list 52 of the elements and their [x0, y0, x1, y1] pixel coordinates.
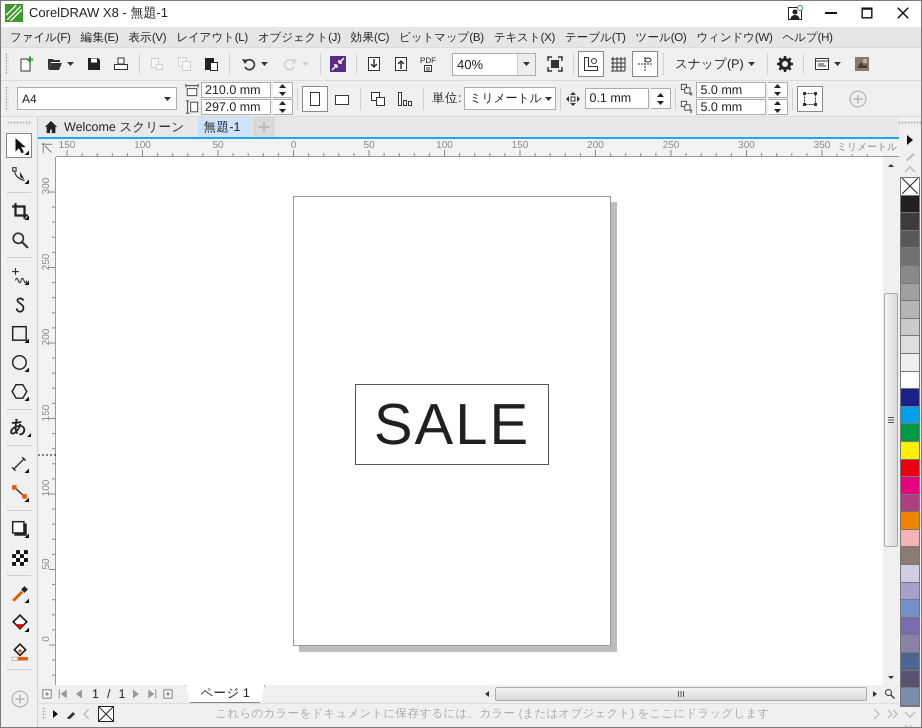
menu-item[interactable]: ウィンドウ(W)	[691, 28, 778, 46]
total-pages: 1	[118, 687, 126, 701]
ruler-label: 100	[133, 140, 152, 151]
window-title: CorelDRAW X8 - 無題-1	[29, 4, 168, 22]
width-field[interactable]: 210.0 mm	[201, 82, 271, 98]
ruler-label: 150	[41, 403, 53, 423]
text-object: SALE	[355, 384, 549, 465]
ruler-label: 200	[41, 328, 53, 348]
duplicate-x-field[interactable]: 5.0 mm	[696, 82, 766, 98]
menu-item[interactable]: テーブル(T)	[560, 28, 631, 46]
menu-item[interactable]: ファイル(F)	[5, 28, 76, 46]
menu-item[interactable]: ビットマップ(B)	[394, 28, 489, 46]
ruler-label: 200	[586, 140, 605, 151]
current-page-number: 1	[92, 687, 99, 701]
menu-item[interactable]: ツール(O)	[630, 28, 692, 46]
menu-item[interactable]: 表示(V)	[123, 28, 172, 46]
document-tab[interactable]: Welcome スクリーン	[39, 117, 198, 137]
status-hint: これらのカラーをドキュメントに保存するには、カラー (またはオブジェクト) をここにドラッグします	[214, 706, 771, 721]
menu-item[interactable]: 効果(C)	[346, 28, 394, 46]
text-tool[interactable]: あ	[6, 415, 32, 440]
units-label: 単位:	[432, 90, 462, 107]
zoom-dropdown[interactable]: 40%	[452, 52, 536, 76]
ruler-label: 100	[435, 140, 454, 151]
duplicate-y-field[interactable]: 5.0 mm	[696, 99, 766, 115]
menu-item[interactable]: テキスト(X)	[488, 28, 560, 46]
ruler-unit: ミリメートル	[837, 140, 897, 154]
pdf-button[interactable]: PDF	[415, 51, 441, 77]
ruler-label: 350	[812, 140, 832, 151]
ruler-label: 250	[662, 140, 680, 151]
menu-item[interactable]: ヘルプ(H)	[778, 28, 838, 46]
ruler-label: 0	[290, 140, 298, 151]
page-tab[interactable]: ページ 1	[185, 685, 265, 703]
document-tab[interactable]: 無題-1	[198, 117, 252, 137]
ruler-label: 100	[41, 478, 53, 498]
ruler-label: 150	[58, 140, 76, 151]
snap-button[interactable]: スナップ(P)	[668, 51, 762, 77]
units-dropdown[interactable]: ミリメートル	[464, 87, 556, 110]
ruler-label: 50	[41, 556, 53, 572]
ruler-label: 150	[510, 140, 530, 151]
height-field[interactable]: 297.0 mm	[201, 99, 271, 115]
ruler-label: 50	[362, 140, 376, 151]
page-separator: /	[106, 687, 110, 701]
ruler-label: 300	[737, 140, 756, 151]
ruler-label: 0	[41, 635, 53, 644]
menu-item[interactable]: オブジェクト(J)	[252, 28, 346, 46]
menu-item[interactable]: レイアウト(L)	[171, 28, 253, 46]
page-size-dropdown[interactable]: A4	[17, 87, 177, 110]
nudge-field[interactable]: 0.1 mm	[585, 88, 650, 109]
ruler-label: 250	[41, 252, 53, 272]
ruler-label: 50	[211, 140, 225, 151]
menu-item[interactable]: 編集(E)	[76, 28, 124, 46]
ruler-label: 300	[41, 176, 53, 196]
